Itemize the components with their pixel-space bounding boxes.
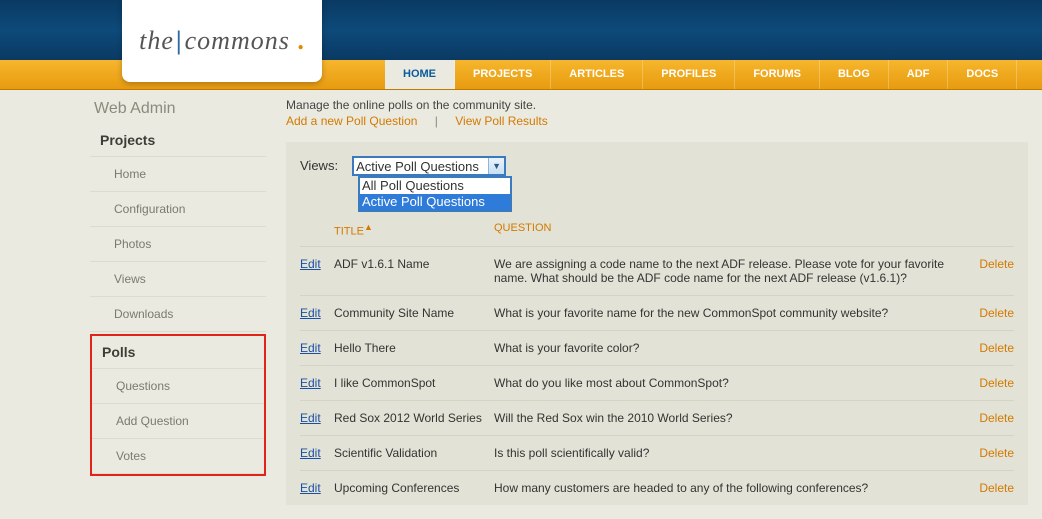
sidebar-title: Web Admin xyxy=(90,96,266,124)
delete-link[interactable]: Delete xyxy=(979,257,1014,271)
edit-link[interactable]: Edit xyxy=(300,306,321,320)
delete-link[interactable]: Delete xyxy=(979,411,1014,425)
views-filter-row: Views: Active Poll Questions ▼ All Poll … xyxy=(300,156,1014,176)
row-title: Hello There xyxy=(334,341,494,355)
sidebar-item-add-question[interactable]: Add Question xyxy=(92,404,264,439)
top-links: Add a new Poll Question | View Poll Resu… xyxy=(286,114,1028,128)
row-title: Red Sox 2012 World Series xyxy=(334,411,494,425)
polls-grid: TITLE▲ QUESTION Edit ADF v1.6.1 NameWe ar… xyxy=(300,218,1014,505)
table-row: Edit Community Site NameWhat is your favo… xyxy=(300,295,1014,330)
nav-item-home[interactable]: HOME xyxy=(385,60,455,89)
views-option[interactable]: All Poll Questions xyxy=(360,178,510,194)
row-question: Will the Red Sox win the 2010 World Seri… xyxy=(494,411,954,425)
row-question: What do you like most about CommonSpot? xyxy=(494,376,954,390)
main-content: Manage the online polls on the community… xyxy=(266,90,1042,513)
sidebar-item-photos[interactable]: Photos xyxy=(90,227,266,262)
table-row: Edit Upcoming ConferencesHow many custome… xyxy=(300,470,1014,505)
sidebar: Web Admin ProjectsHomeConfigurationPhoto… xyxy=(90,90,266,513)
nav-item-articles[interactable]: ARTICLES xyxy=(551,60,643,89)
intro-text: Manage the online polls on the community… xyxy=(286,98,1028,112)
row-question: We are assigning a code name to the next… xyxy=(494,257,954,285)
edit-link[interactable]: Edit xyxy=(300,481,321,495)
row-title: Upcoming Conferences xyxy=(334,481,494,495)
sidebar-group: PollsQuestionsAdd QuestionVotes xyxy=(90,334,266,476)
delete-link[interactable]: Delete xyxy=(979,446,1014,460)
top-banner: the|commons . xyxy=(0,0,1042,60)
nav-item-profiles[interactable]: PROFILES xyxy=(643,60,735,89)
edit-link[interactable]: Edit xyxy=(300,411,321,425)
row-question: What is your favorite name for the new C… xyxy=(494,306,954,320)
polls-panel: Views: Active Poll Questions ▼ All Poll … xyxy=(286,142,1028,505)
grid-header: TITLE▲ QUESTION xyxy=(300,218,1014,246)
sidebar-item-downloads[interactable]: Downloads xyxy=(90,297,266,332)
add-poll-link[interactable]: Add a new Poll Question xyxy=(286,114,417,128)
table-row: Edit Hello ThereWhat is your favorite col… xyxy=(300,330,1014,365)
views-select[interactable]: Active Poll Questions ▼ xyxy=(352,156,506,176)
row-title: Community Site Name xyxy=(334,306,494,320)
sidebar-item-votes[interactable]: Votes xyxy=(92,439,264,474)
row-title: Scientific Validation xyxy=(334,446,494,460)
sidebar-item-views[interactable]: Views xyxy=(90,262,266,297)
views-option[interactable]: Active Poll Questions xyxy=(360,194,510,210)
table-row: Edit Scientific ValidationIs this poll sc… xyxy=(300,435,1014,470)
row-title: ADF v1.6.1 Name xyxy=(334,257,494,271)
edit-link[interactable]: Edit xyxy=(300,376,321,390)
logo-text: the|commons . xyxy=(139,26,305,56)
edit-link[interactable]: Edit xyxy=(300,341,321,355)
sort-asc-icon: ▲ xyxy=(364,222,373,232)
nav-item-forums[interactable]: FORUMS xyxy=(735,60,820,89)
nav-item-projects[interactable]: PROJECTS xyxy=(455,60,551,89)
delete-link[interactable]: Delete xyxy=(979,341,1014,355)
views-dropdown: All Poll QuestionsActive Poll Questions xyxy=(358,176,512,212)
sidebar-item-configuration[interactable]: Configuration xyxy=(90,192,266,227)
row-title: I like CommonSpot xyxy=(334,376,494,390)
sidebar-group-heading[interactable]: Projects xyxy=(90,124,266,157)
header-title[interactable]: TITLE▲ xyxy=(334,222,494,238)
delete-link[interactable]: Delete xyxy=(979,481,1014,495)
views-label: Views: xyxy=(300,156,352,173)
delete-link[interactable]: Delete xyxy=(979,306,1014,320)
header-question[interactable]: QUESTION xyxy=(494,222,954,238)
site-logo[interactable]: the|commons . xyxy=(122,0,322,82)
table-row: Edit ADF v1.6.1 NameWe are assigning a co… xyxy=(300,246,1014,295)
sidebar-group: ProjectsHomeConfigurationPhotosViewsDown… xyxy=(90,124,266,332)
edit-link[interactable]: Edit xyxy=(300,446,321,460)
view-results-link[interactable]: View Poll Results xyxy=(455,114,547,128)
nav-item-docs[interactable]: DOCS xyxy=(948,60,1017,89)
sidebar-item-questions[interactable]: Questions xyxy=(92,369,264,404)
link-separator: | xyxy=(421,114,452,128)
table-row: Edit I like CommonSpotWhat do you like mo… xyxy=(300,365,1014,400)
views-selected-value: Active Poll Questions xyxy=(356,159,479,174)
sidebar-group-heading[interactable]: Polls xyxy=(92,336,264,369)
sidebar-item-home[interactable]: Home xyxy=(90,157,266,192)
delete-link[interactable]: Delete xyxy=(979,376,1014,390)
chevron-down-icon[interactable]: ▼ xyxy=(488,158,504,174)
row-question: What is your favorite color? xyxy=(494,341,954,355)
row-question: Is this poll scientifically valid? xyxy=(494,446,954,460)
nav-item-blog[interactable]: BLOG xyxy=(820,60,889,89)
nav-item-adf[interactable]: ADF xyxy=(889,60,949,89)
row-question: How many customers are headed to any of … xyxy=(494,481,954,495)
edit-link[interactable]: Edit xyxy=(300,257,321,271)
table-row: Edit Red Sox 2012 World SeriesWill the Re… xyxy=(300,400,1014,435)
